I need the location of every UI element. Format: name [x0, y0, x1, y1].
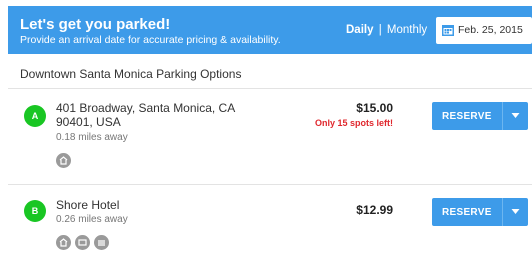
listing-name: Shore Hotel — [56, 198, 120, 212]
caret-down-icon[interactable] — [510, 110, 521, 121]
divider — [8, 184, 532, 185]
toggle-separator: | — [378, 24, 382, 36]
toggle-daily[interactable]: Daily — [346, 24, 374, 36]
garage-icon — [94, 235, 109, 250]
reserve-label: RESERVE — [442, 207, 492, 218]
rate-toggle: Daily | Monthly — [346, 24, 427, 36]
caret-down-icon[interactable] — [510, 206, 521, 217]
reserve-button[interactable]: RESERVE — [432, 102, 528, 130]
header-banner: Let's get you parked! Provide an arrival… — [8, 6, 532, 54]
listing-price: $15.00 — [356, 101, 393, 115]
button-divider — [502, 198, 503, 226]
arrival-date-picker[interactable]: Feb. 25, 2015 — [436, 17, 532, 44]
listing-address-line1: 401 Broadway, Santa Monica, CA — [56, 101, 236, 115]
map-marker-b: B — [24, 200, 46, 222]
toggle-monthly[interactable]: Monthly — [387, 24, 427, 36]
covered-parking-icon — [56, 153, 71, 168]
header-subtitle: Provide an arrival date for accurate pri… — [20, 34, 281, 46]
divider — [8, 88, 532, 89]
listing-price: $12.99 — [356, 203, 393, 217]
reserve-button[interactable]: RESERVE — [432, 198, 528, 226]
header-title: Let's get you parked! — [20, 16, 171, 33]
listing-distance: 0.26 miles away — [56, 214, 128, 225]
valet-icon — [75, 235, 90, 250]
map-marker-a: A — [24, 105, 46, 127]
calendar-icon — [442, 25, 454, 36]
listing-distance: 0.18 miles away — [56, 132, 128, 143]
listing-address-line2: 90401, USA — [56, 115, 121, 129]
availability-alert: Only 15 spots left! — [314, 118, 393, 128]
button-divider — [502, 102, 503, 130]
arrival-date-value: Feb. 25, 2015 — [458, 24, 523, 36]
reserve-label: RESERVE — [442, 111, 492, 122]
section-title: Downtown Santa Monica Parking Options — [20, 67, 242, 81]
covered-parking-icon — [56, 235, 71, 250]
